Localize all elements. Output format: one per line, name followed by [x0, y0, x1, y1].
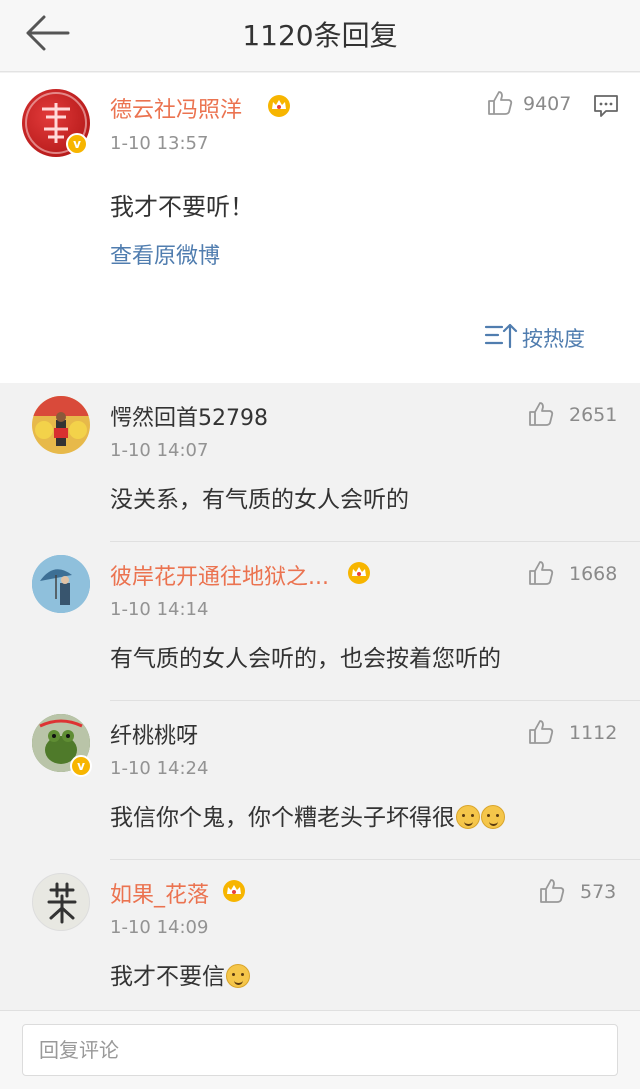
thumbs-up-icon	[529, 720, 554, 744]
comment-text: 我才不要信	[110, 957, 250, 991]
thumbs-up-icon	[529, 402, 554, 426]
reply-bar: 回复评论	[0, 1010, 640, 1089]
avatar[interactable]	[32, 555, 90, 613]
comment-text: 有气质的女人会听的，也会按着您听的	[110, 646, 501, 672]
calligraphy-avatar-icon	[47, 882, 77, 924]
like-button[interactable]: 1112	[527, 718, 617, 748]
comment-time: 1-10 14:14	[110, 599, 209, 620]
avatar-image-icon	[32, 555, 90, 613]
like-button[interactable]: 1668	[527, 559, 617, 589]
sort-label: 按热度	[522, 327, 585, 351]
verified-badge-icon: v	[66, 133, 88, 155]
comment-time: 1-10 14:24	[110, 758, 209, 779]
doge-emoji-icon	[481, 805, 505, 829]
comment-text: 没关系，有气质的女人会听的	[110, 487, 409, 513]
comment-text-body: 我才不要信	[110, 964, 225, 990]
like-count: 573	[580, 881, 617, 903]
like-count: 9407	[523, 93, 572, 115]
author-name[interactable]: 彼岸花开通往地狱之...	[110, 559, 329, 591]
list-item: 彼岸花开通往地狱之... 1-10 14:14 1668 有气质的女人会听的，也…	[0, 542, 640, 702]
comment-text-body: 我信你个鬼，你个糟老头子坏得很	[110, 805, 455, 831]
view-original-link[interactable]: 查看原微博	[110, 238, 220, 270]
page-title: 1120条回复	[242, 19, 398, 52]
verified-badge-icon: v	[70, 755, 92, 777]
top-bar: 1120条回复	[0, 0, 640, 72]
post-time: 1-10 13:57	[110, 133, 209, 154]
comment-time: 1-10 14:07	[110, 440, 209, 461]
avatar-image-icon	[32, 396, 90, 446]
vip-crown-icon	[348, 562, 370, 584]
comment-text: 我才不要听！	[110, 193, 254, 221]
vip-crown-icon	[268, 95, 290, 117]
author-name[interactable]: 愕然回首52798	[110, 400, 268, 432]
sort-icon	[484, 323, 518, 349]
like-count: 1112	[569, 722, 618, 744]
like-button[interactable]: 9407	[486, 89, 572, 119]
thumbs-up-icon	[540, 879, 565, 903]
vip-crown-icon	[223, 880, 245, 902]
doge-emoji-icon	[456, 805, 480, 829]
author-name[interactable]: 德云社冯照洋	[110, 92, 242, 124]
list-item: v 纤桃桃呀 1-10 14:24 1112 我信你个鬼，你个糟老头子坏得很	[0, 701, 640, 861]
main-comment: v 德云社冯照洋 1-10 13:57 9407 我才不要听！ 查看原微博 按热…	[0, 73, 640, 383]
list-item: 愕然回首52798 1-10 14:07 2651 没关系，有气质的女人会听的	[0, 383, 640, 543]
reply-input[interactable]: 回复评论	[22, 1024, 618, 1076]
doge-emoji-icon	[226, 964, 250, 988]
comment-text: 我信你个鬼，你个糟老头子坏得很	[110, 798, 505, 832]
author-name[interactable]: 纤桃桃呀	[110, 718, 198, 750]
avatar[interactable]	[32, 396, 90, 454]
avatar[interactable]	[32, 873, 90, 931]
thumbs-up-icon	[529, 561, 554, 585]
thumbs-up-icon	[488, 91, 513, 115]
reply-comment-icon[interactable]	[592, 93, 620, 119]
like-count: 2651	[569, 404, 618, 426]
sort-by-hot-button[interactable]: 按热度	[484, 321, 585, 353]
comment-time: 1-10 14:09	[110, 917, 209, 938]
list-item: 如果_花落 1-10 14:09 573 我才不要信	[0, 860, 640, 1020]
like-button[interactable]: 2651	[527, 400, 617, 430]
author-name[interactable]: 如果_花落	[110, 877, 209, 909]
like-button[interactable]: 573	[538, 877, 618, 907]
like-count: 1668	[569, 563, 618, 585]
